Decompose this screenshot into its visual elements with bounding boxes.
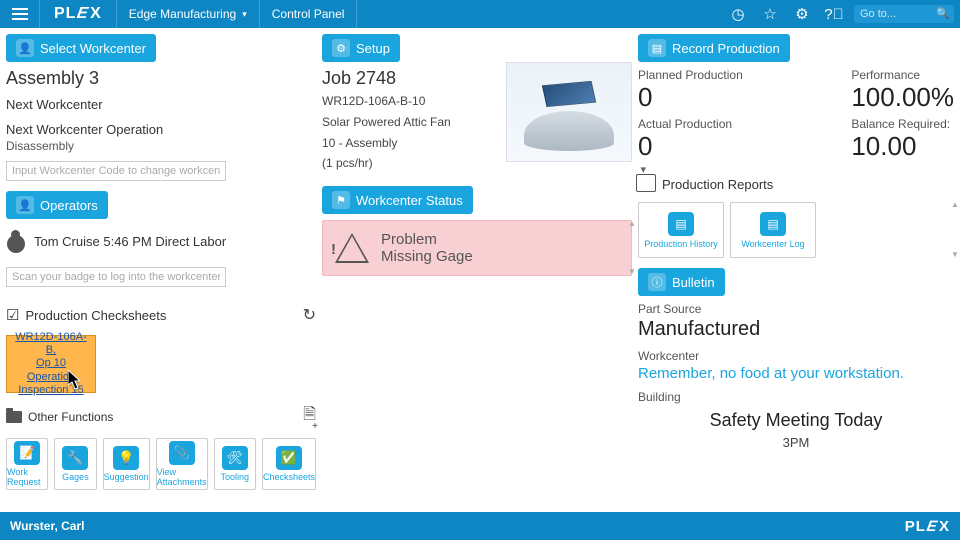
setup-button[interactable]: ⚙Setup [322, 34, 400, 62]
record-icon: ▤ [648, 39, 666, 57]
avatar-icon [6, 229, 26, 253]
setup-icon: ⚙ [332, 39, 350, 57]
folder-icon [6, 411, 22, 423]
breadcrumb-app[interactable]: Edge Manufacturing▾ [117, 0, 260, 28]
plex-logo-footer: PLEX [905, 518, 950, 535]
func-gages[interactable]: 🔧Gages [54, 438, 96, 490]
badge-scan-input[interactable] [6, 267, 226, 287]
status-line2: Missing Gage [381, 248, 473, 265]
balance-label: Balance Required: [851, 117, 954, 131]
top-nav-bar: PLEX Edge Manufacturing▾ Control Panel ◷… [0, 0, 960, 28]
reports-icon [638, 176, 656, 192]
rate-label: (1 pcs/hr) [322, 155, 498, 172]
job-title: Job 2748 [322, 68, 498, 89]
product-image [506, 62, 632, 162]
clock-icon[interactable]: ◷ [722, 0, 754, 28]
func-suggestion[interactable]: 💡Suggestion [103, 438, 150, 490]
bulletin-button[interactable]: ⓘBulletin [638, 268, 725, 296]
production-reports-header: Production Reports [662, 177, 773, 192]
flag-icon: ⚑ [332, 191, 350, 209]
search-icon[interactable]: 🔍 [936, 7, 950, 20]
scroll-up-icon[interactable]: ▲ [951, 202, 959, 208]
person-icon: 👤 [16, 196, 34, 214]
next-workcenter-label: Next Workcenter [6, 97, 316, 112]
meeting-title: Safety Meeting Today [638, 410, 954, 431]
performance-label: Performance [851, 68, 954, 82]
balance-value: 10.00 [851, 131, 954, 162]
checksheets-header: Production Checksheets [25, 308, 166, 323]
plex-logo: PLEX [40, 0, 117, 28]
help-icon[interactable]: ?⃝ [818, 0, 850, 28]
next-workcenter-op-label: Next Workcenter Operation [6, 122, 316, 137]
person-icon: 👤 [16, 39, 34, 57]
status-alert-card[interactable]: ! Problem Missing Gage ▲ ▼ [322, 220, 632, 276]
other-functions-header: Other Functions [28, 410, 113, 424]
workcenter-code-input[interactable] [6, 161, 226, 181]
function-cards-row: 📝Work Request 🔧Gages 💡Suggestion 📎View A… [6, 438, 316, 490]
actual-prod-value: 0 [638, 131, 743, 162]
func-view-attachments[interactable]: 📎View Attachments [156, 438, 208, 490]
report-production-history[interactable]: ▤Production History [638, 202, 724, 258]
add-page-icon[interactable]: 🗎+ [303, 403, 316, 430]
star-icon[interactable]: ☆ [754, 0, 786, 28]
planned-prod-value: 0 [638, 82, 743, 113]
refresh-icon[interactable]: ↻ [303, 305, 316, 325]
meeting-time: 3PM [638, 435, 954, 450]
checksheet-card[interactable]: WR12D-106A-B, Op 10 Operation Inspection… [6, 335, 96, 393]
status-line1: Problem [381, 231, 473, 248]
part-source-label: Part Source [638, 302, 954, 316]
warning-icon: ! [335, 233, 369, 263]
operators-button[interactable]: 👤Operators [6, 191, 108, 219]
gear-icon[interactable]: ⚙ [786, 0, 818, 28]
operator-row: Tom Cruise 5:46 PM Direct Labor [6, 219, 316, 259]
workcenter-title: Assembly 3 [6, 68, 316, 89]
func-checksheets[interactable]: ✅Checksheets [262, 438, 316, 490]
scroll-up-icon[interactable]: ▲ [628, 221, 636, 227]
bulletin-wc-label: Workcenter [638, 349, 954, 363]
part-description: Solar Powered Attic Fan [322, 114, 498, 131]
checkbox-icon: ☑ [6, 306, 19, 324]
global-search[interactable]: 🔍 [854, 5, 954, 23]
footer-bar: Wurster, Carl PLEX [0, 512, 960, 540]
performance-value: 100.00% [851, 82, 954, 113]
scroll-down-icon[interactable]: ▼ [628, 269, 636, 275]
bulletin-wc-message: Remember, no food at your workstation. [638, 365, 954, 382]
next-workcenter-op-value: Disassembly [6, 139, 316, 153]
info-icon: ⓘ [648, 273, 666, 291]
workcenter-status-button[interactable]: ⚑Workcenter Status [322, 186, 473, 214]
part-number: WR12D-106A-B-10 [322, 93, 498, 110]
breadcrumb-page[interactable]: Control Panel [260, 0, 358, 28]
record-production-button[interactable]: ▤Record Production [638, 34, 790, 62]
operation-label: 10 - Assembly [322, 135, 498, 152]
part-source-value: Manufactured [638, 318, 954, 341]
report-workcenter-log[interactable]: ▤Workcenter Log [730, 202, 816, 258]
chevron-down-icon: ▾ [242, 9, 247, 20]
func-work-request[interactable]: 📝Work Request [6, 438, 48, 490]
select-workcenter-button[interactable]: 👤Select Workcenter [6, 34, 156, 62]
planned-prod-label: Planned Production [638, 68, 743, 82]
menu-button[interactable] [0, 0, 40, 28]
building-label: Building [638, 390, 954, 404]
main-content: 👤Select Workcenter Assembly 3 Next Workc… [0, 28, 960, 506]
scroll-down-icon[interactable]: ▼ [951, 252, 959, 258]
func-tooling[interactable]: 🛠Tooling [214, 438, 256, 490]
actual-prod-label: Actual Production [638, 117, 743, 131]
footer-user: Wurster, Carl [10, 519, 84, 533]
